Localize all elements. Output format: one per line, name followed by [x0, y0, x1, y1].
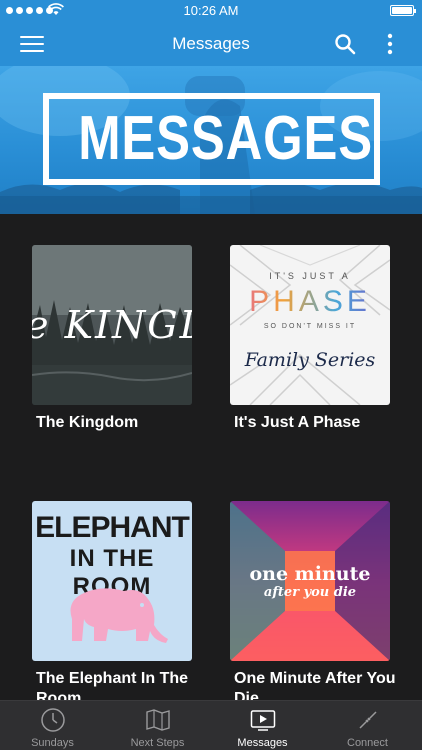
- status-time: 10:26 AM: [183, 3, 239, 18]
- connect-icon: [359, 711, 377, 729]
- tab-next-steps[interactable]: Next Steps: [105, 701, 210, 750]
- tab-messages[interactable]: Messages: [210, 701, 315, 750]
- kingdom-art-text: e KINGDO: [32, 303, 192, 347]
- tab-bar: Sundays Next Steps Messages Connect: [0, 700, 422, 750]
- phase-art-sub: SO DON'T MISS IT: [263, 323, 357, 330]
- one-minute-art-line2: after you die: [263, 585, 357, 600]
- elephant-icon: [70, 588, 168, 643]
- phase-artwork: IT'S JUST A PHASE SO DON'T MISS IT Famil…: [230, 245, 390, 405]
- one-minute-artwork: one minute after you die: [230, 501, 390, 661]
- phase-art-script: Family Series: [244, 349, 376, 371]
- hero-banner: MESSAGES: [0, 66, 422, 214]
- phase-art-main: PHASE: [230, 285, 390, 319]
- battery-icon: [390, 5, 416, 16]
- tab-connect[interactable]: Connect: [315, 701, 420, 750]
- tab-label: Sundays: [31, 737, 74, 749]
- tab-label: Next Steps: [130, 737, 185, 749]
- tab-label: Messages: [237, 737, 288, 749]
- more-vertical-icon[interactable]: [384, 32, 396, 56]
- phase-art-top: IT'S JUST A: [269, 271, 351, 281]
- kingdom-artwork: e KINGDO: [32, 245, 192, 405]
- page-title: Messages: [172, 34, 250, 53]
- search-icon[interactable]: [334, 33, 356, 55]
- status-bar: 10:26 AM: [0, 0, 422, 22]
- messages-grid: e KINGDO The Kingdom IT'S JUST A PHASE S…: [0, 214, 422, 700]
- hero-title-frame: MESSAGES: [43, 93, 380, 185]
- tab-sundays[interactable]: Sundays: [0, 701, 105, 750]
- message-title: It's Just A Phase: [234, 414, 361, 431]
- one-minute-art-line1: one minute: [249, 563, 371, 585]
- play-screen-icon: [250, 710, 276, 731]
- tab-label: Connect: [347, 737, 388, 749]
- message-title: One Minute After You Die: [234, 670, 396, 700]
- message-title: The Kingdom: [36, 414, 139, 431]
- map-icon: [146, 709, 170, 731]
- elephant-artwork: ELEPHANT IN THE ROOM: [32, 501, 192, 661]
- hero-title: MESSAGES: [78, 104, 373, 173]
- message-title: The Elephant In The Room: [36, 670, 189, 700]
- clock-icon: [41, 708, 65, 732]
- nav-bar: Messages: [0, 22, 422, 66]
